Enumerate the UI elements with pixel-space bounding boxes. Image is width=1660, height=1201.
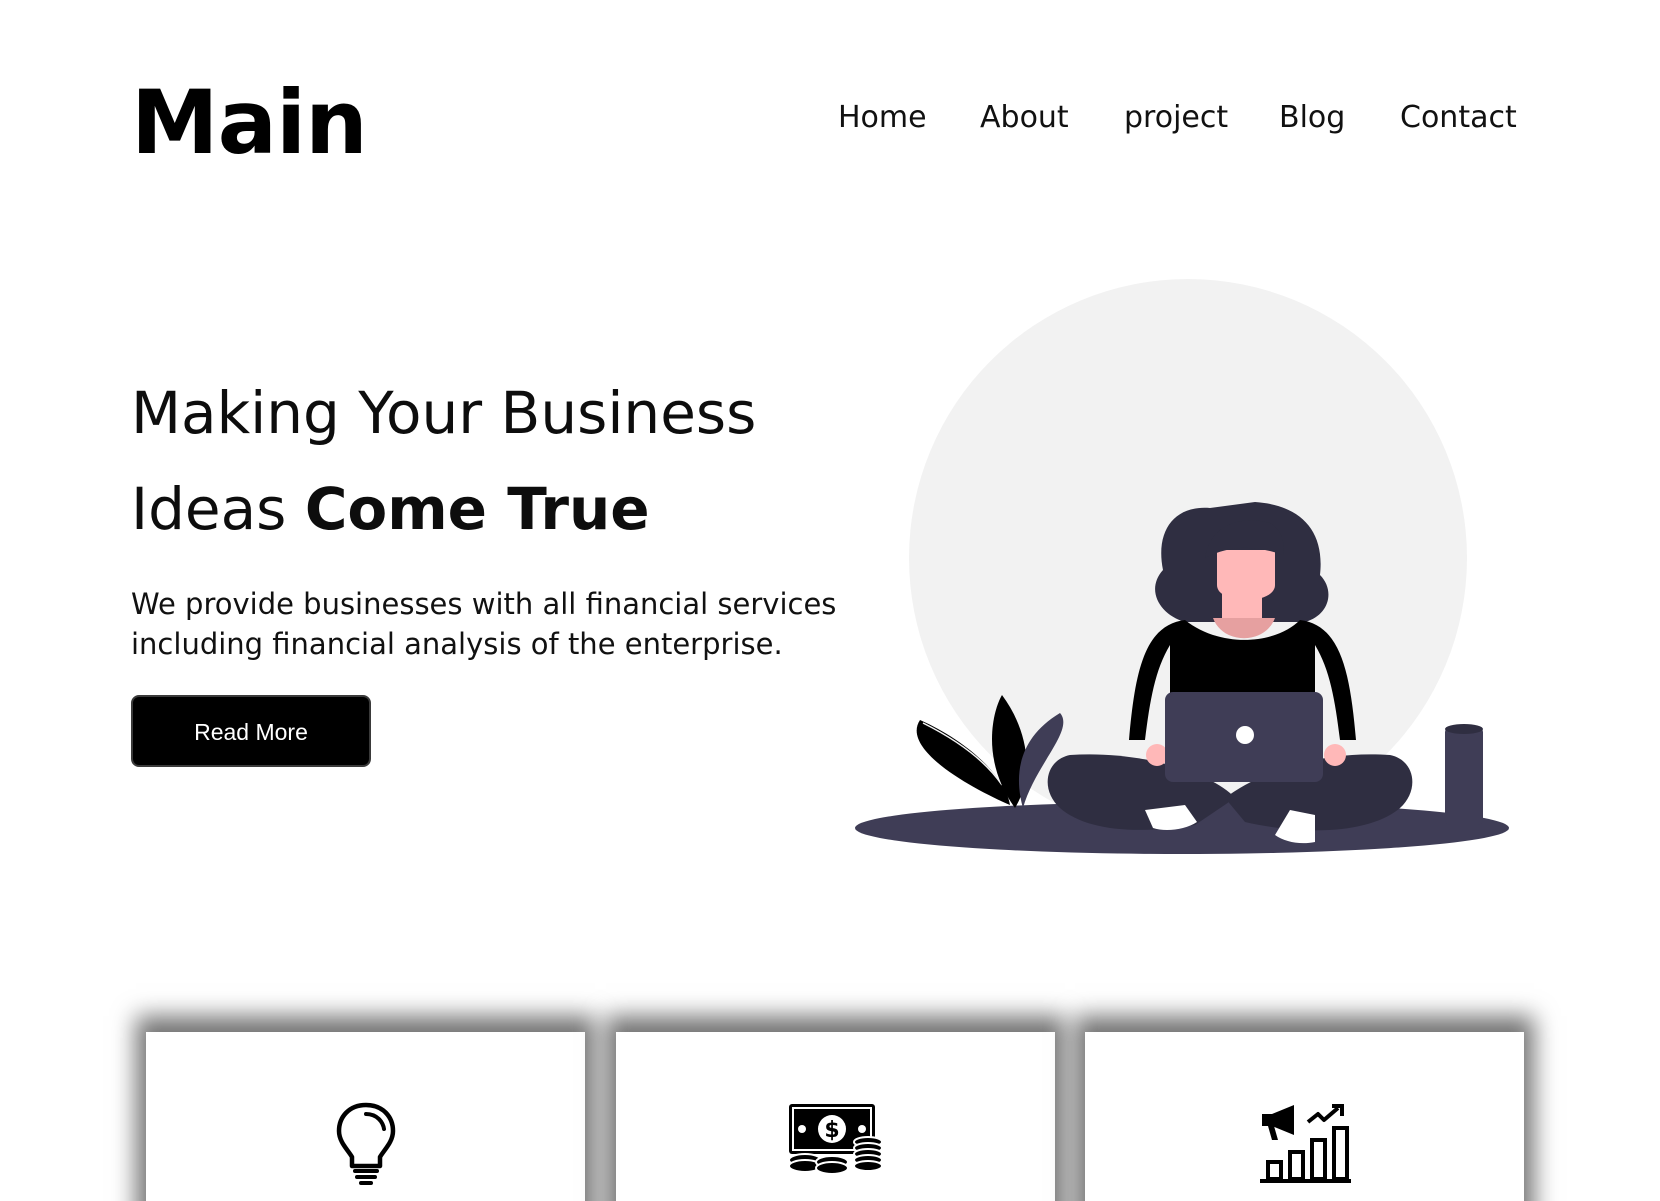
- growth-chart-icon: [1259, 1104, 1351, 1183]
- nav-item-contact[interactable]: Contact: [1400, 96, 1517, 140]
- speaker-icon: [1445, 724, 1483, 825]
- hero-description-line-1: We provide businesses with all financial…: [131, 587, 837, 621]
- nav-item-home[interactable]: Home: [838, 96, 927, 140]
- hero-title-regular: Ideas: [131, 475, 305, 543]
- hero-title-line-1: Making Your Business: [131, 379, 757, 447]
- svg-text:$: $: [824, 1118, 839, 1143]
- read-more-button[interactable]: Read More: [131, 695, 371, 767]
- lightbulb-icon: [336, 1102, 395, 1185]
- service-card-2[interactable]: $: [616, 1032, 1055, 1201]
- hero-description-line-2: including financial analysis of the ente…: [131, 627, 783, 661]
- nav-item-blog[interactable]: Blog: [1279, 96, 1345, 140]
- laptop-icon: [1165, 692, 1323, 782]
- woman-with-laptop-illustration: [855, 279, 1509, 854]
- service-card-3[interactable]: [1085, 1032, 1524, 1201]
- service-card-1[interactable]: [146, 1032, 585, 1201]
- main-nav: Home About project Blog Contact: [0, 96, 1660, 140]
- nav-item-project[interactable]: project: [1124, 96, 1228, 140]
- hero-title-line-2: Ideas Come True: [131, 461, 756, 557]
- hero-title: Making Your Business Ideas Come True: [131, 365, 756, 557]
- nav-item-about[interactable]: About: [980, 96, 1069, 140]
- money-icon: $: [787, 1104, 883, 1175]
- hero-description: We provide businesses with all financial…: [131, 584, 837, 664]
- hero-title-bold: Come True: [304, 475, 650, 543]
